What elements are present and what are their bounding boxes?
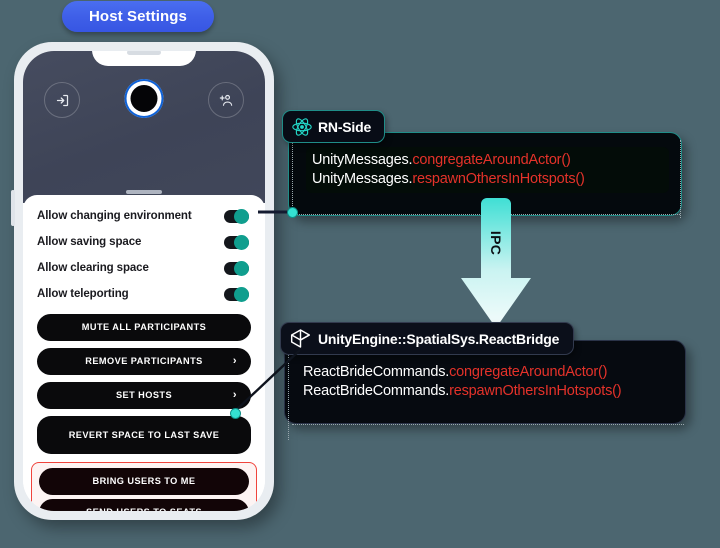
unity-code-block: ReactBrideCommands.congregateAroundActor… [303, 363, 675, 401]
phone-screen: Allow changing environment Allow saving … [23, 51, 265, 511]
host-settings-badge: Host Settings [62, 1, 214, 32]
unity-logo-icon [290, 329, 311, 348]
host-settings-sheet: Allow changing environment Allow saving … [23, 195, 265, 511]
exit-icon [56, 94, 68, 106]
avatar-dot [130, 85, 158, 112]
phone-speaker [127, 51, 161, 55]
ipc-arrow [461, 198, 531, 328]
toggle-switch[interactable] [224, 286, 249, 302]
toggle-label: Allow teleporting [37, 288, 129, 300]
toggle-switch[interactable] [224, 260, 249, 276]
toggle-label: Allow saving space [37, 236, 142, 248]
host-settings-badge-label: Host Settings [89, 8, 187, 25]
button-label: SEND USERS TO SEATS [86, 507, 202, 511]
send-users-to-seats-button[interactable]: SEND USERS TO SEATS [39, 499, 249, 511]
toggle-row[interactable]: Allow saving space [37, 229, 251, 255]
mute-all-participants-button[interactable]: MUTE ALL PARTICIPANTS [37, 314, 251, 341]
toggle-label: Allow clearing space [37, 262, 149, 274]
code-line: ReactBrideCommands.congregateAroundActor… [303, 363, 675, 382]
diagram-canvas: Host Settings Allow changing environment… [0, 0, 720, 548]
toggle-label: Allow changing environment [37, 210, 192, 222]
toggle-knob [234, 208, 249, 224]
highlighted-actions-group: BRING USERS TO ME SEND USERS TO SEATS [31, 462, 257, 511]
code-object: UnityMessages. [312, 171, 413, 187]
code-object: ReactBrideCommands. [303, 383, 450, 399]
add-person-icon [219, 94, 233, 106]
toggle-switch[interactable] [224, 208, 249, 224]
guide-line [680, 140, 681, 218]
toggle-row[interactable]: Allow changing environment [37, 203, 251, 229]
remove-participants-button[interactable]: REMOVE PARTICIPANTS › [37, 348, 251, 375]
code-line: UnityMessages.congregateAroundActor() [312, 151, 663, 170]
toggle-knob [234, 260, 249, 276]
toggle-switch[interactable] [224, 234, 249, 250]
avatar [124, 79, 164, 118]
phone-hero-area [23, 51, 265, 203]
rn-side-panel-header: RN-Side [282, 110, 386, 143]
guide-line [292, 138, 293, 216]
code-object: UnityMessages. [312, 152, 413, 168]
unity-panel-title: UnityEngine::SpatialSys.ReactBridge [318, 330, 560, 347]
bring-users-to-me-button[interactable]: BRING USERS TO ME [39, 468, 249, 495]
code-object: ReactBrideCommands. [303, 364, 450, 380]
revert-space-button[interactable]: REVERT SPACE TO LAST SAVE [37, 416, 251, 454]
toggle-knob [234, 286, 249, 302]
code-method: congregateAroundActor() [449, 364, 608, 380]
connector-dot-bottom [230, 408, 241, 419]
guide-line [292, 424, 684, 425]
toggle-row[interactable]: Allow teleporting [37, 281, 251, 307]
button-label: REMOVE PARTICIPANTS [85, 356, 203, 366]
phone-mockup: Allow changing environment Allow saving … [11, 42, 274, 520]
unity-panel-header: UnityEngine::SpatialSys.ReactBridge [280, 322, 575, 355]
set-hosts-button[interactable]: SET HOSTS › [37, 382, 251, 409]
sheet-drag-handle[interactable] [126, 190, 162, 194]
code-line: UnityMessages.respawnOthersInHotspots() [312, 170, 663, 189]
rn-side-panel-title: RN-Side [318, 118, 372, 135]
button-label: BRING USERS TO ME [92, 476, 196, 486]
add-person-button[interactable] [208, 82, 244, 118]
toggle-knob [234, 234, 249, 250]
connector-dot-top [287, 207, 298, 218]
toggle-row[interactable]: Allow clearing space [37, 255, 251, 281]
chevron-right-icon: › [232, 389, 237, 401]
code-method: respawnOthersInHotspots() [449, 383, 622, 399]
code-method: respawnOthersInHotspots() [412, 171, 585, 187]
rn-code-block: UnityMessages.congregateAroundActor() Un… [306, 147, 669, 193]
phone-notch [92, 51, 196, 66]
button-label: SET HOSTS [115, 390, 173, 400]
code-method: congregateAroundActor() [412, 152, 571, 168]
exit-button[interactable] [44, 82, 80, 118]
button-label: REVERT SPACE TO LAST SAVE [68, 429, 220, 440]
react-logo-icon [292, 117, 312, 136]
button-label: MUTE ALL PARTICIPANTS [81, 322, 207, 332]
phone-side-button [11, 190, 15, 226]
chevron-right-icon: › [232, 355, 237, 367]
code-line: ReactBrideCommands.respawnOthersInHotspo… [303, 382, 675, 401]
